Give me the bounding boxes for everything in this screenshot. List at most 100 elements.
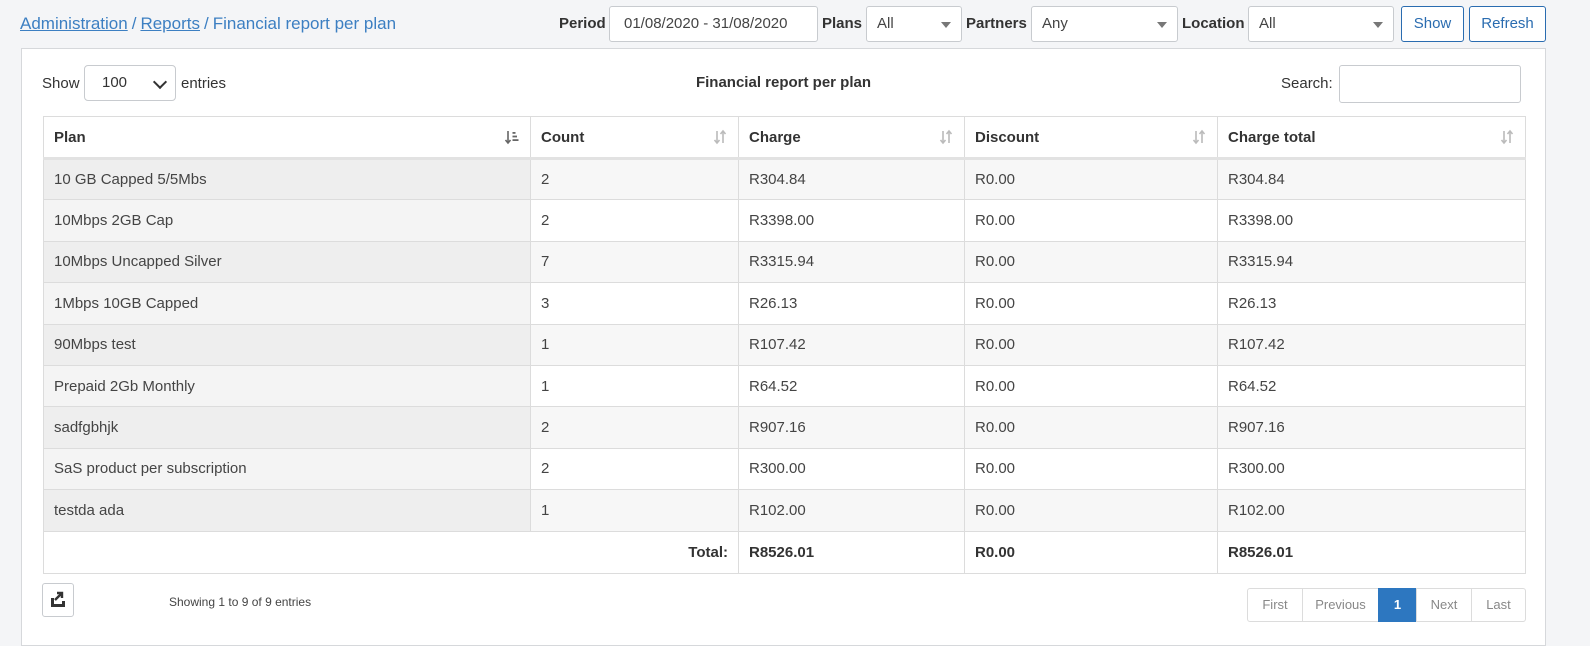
total-discount: R0.00 [964, 530, 1218, 574]
cell-charge: R107.42 [738, 323, 965, 366]
column-header-discount[interactable]: Discount [964, 116, 1218, 160]
breadcrumb-separator: / [131, 14, 137, 33]
cell-discount: R0.00 [964, 282, 1218, 325]
report-table: Plan Count Charge Discount Charge total … [43, 116, 1526, 574]
cell-charge: R907.16 [738, 406, 965, 449]
cell-charge-total: R300.00 [1217, 447, 1526, 491]
cell-plan: 1Mbps 10GB Capped [43, 282, 531, 325]
plans-select[interactable]: All [866, 6, 962, 42]
cell-plan: 10 GB Capped 5/5Mbs [43, 157, 531, 201]
partners-label: Partners [966, 15, 1027, 32]
pagination-previous[interactable]: Previous [1302, 588, 1379, 622]
caret-down-icon [941, 22, 951, 28]
column-header-charge[interactable]: Charge [738, 116, 965, 160]
cell-count: 1 [530, 489, 739, 532]
top-bar: Administration / Reports / Financial report … [0, 0, 1590, 48]
cell-count: 2 [530, 406, 739, 449]
cell-plan: testda ada [43, 489, 531, 532]
caret-down-icon [1157, 22, 1167, 28]
pagination-first[interactable]: First [1247, 588, 1303, 622]
table-info: Showing 1 to 9 of 9 entries [169, 595, 312, 609]
show-button[interactable]: Show [1401, 6, 1464, 42]
cell-plan: 90Mbps test [43, 323, 531, 366]
breadcrumb-current: Financial report per plan [212, 14, 397, 33]
cell-count: 3 [530, 282, 739, 325]
cell-count: 7 [530, 240, 739, 284]
table-total-row: Total: R8526.01 R0.00 R8526.01 [43, 530, 1526, 574]
pagination: First Previous 1 Next Last [1247, 588, 1526, 622]
location-label: Location [1182, 15, 1245, 32]
cell-count: 1 [530, 323, 739, 366]
plans-label: Plans [822, 15, 863, 32]
total-charge-total: R8526.01 [1217, 530, 1526, 574]
export-button[interactable] [42, 583, 74, 617]
cell-count: 2 [530, 199, 739, 242]
column-header-plan[interactable]: Plan [43, 116, 531, 160]
table-header-row: Plan Count Charge Discount Charge total [43, 116, 1526, 160]
pagination-last[interactable]: Last [1471, 588, 1526, 622]
total-charge: R8526.01 [738, 530, 965, 574]
cell-charge-total: R107.42 [1217, 323, 1526, 366]
breadcrumb-administration[interactable]: Administration [20, 14, 128, 33]
cell-plan: 10Mbps Uncapped Silver [43, 240, 531, 284]
sort-icon [939, 129, 953, 145]
breadcrumb: Administration / Reports / Financial report … [20, 14, 396, 34]
breadcrumb-separator: / [203, 14, 209, 33]
partners-select-value: Any [1042, 15, 1068, 32]
period-input[interactable]: 01/08/2020 - 31/08/2020 [609, 6, 818, 42]
cell-count: 2 [530, 447, 739, 491]
cell-discount: R0.00 [964, 406, 1218, 449]
export-icon [51, 591, 65, 607]
pagination-next[interactable]: Next [1416, 588, 1472, 622]
table-row: 10Mbps 2GB Cap 2 R3398.00 R0.00 R3398.00 [43, 199, 1526, 242]
refresh-button[interactable]: Refresh [1469, 6, 1546, 42]
search-input[interactable] [1339, 65, 1521, 103]
sort-ascending-icon [504, 131, 519, 145]
plans-select-value: All [877, 15, 894, 32]
cell-plan: Prepaid 2Gb Monthly [43, 364, 531, 408]
period-label: Period [559, 15, 606, 32]
breadcrumb-reports[interactable]: Reports [140, 14, 200, 33]
cell-charge: R304.84 [738, 157, 965, 201]
cell-charge-total: R64.52 [1217, 364, 1526, 408]
cell-discount: R0.00 [964, 240, 1218, 284]
column-header-count[interactable]: Count [530, 116, 739, 160]
location-select-value: All [1259, 15, 1276, 32]
cell-charge-total: R304.84 [1217, 157, 1526, 201]
search-label: Search: [1281, 75, 1333, 92]
cell-count: 2 [530, 157, 739, 201]
cell-charge-total: R102.00 [1217, 489, 1526, 532]
column-header-charge-total[interactable]: Charge total [1217, 116, 1526, 160]
cell-plan: 10Mbps 2GB Cap [43, 199, 531, 242]
cell-plan: SaS product per subscription [43, 447, 531, 491]
cell-charge-total: R907.16 [1217, 406, 1526, 449]
cell-charge-total: R26.13 [1217, 282, 1526, 325]
column-header-label: Count [541, 128, 585, 146]
report-panel: Show 100 entries Financial report per pl… [21, 48, 1546, 646]
cell-discount: R0.00 [964, 364, 1218, 408]
pagination-page-1[interactable]: 1 [1378, 588, 1417, 622]
cell-discount: R0.00 [964, 199, 1218, 242]
table-row: sadfgbhjk 2 R907.16 R0.00 R907.16 [43, 406, 1526, 449]
sort-icon [713, 129, 727, 145]
cell-charge: R3315.94 [738, 240, 965, 284]
table-row: SaS product per subscription 2 R300.00 R… [43, 447, 1526, 491]
cell-charge-total: R3315.94 [1217, 240, 1526, 284]
location-select[interactable]: All [1248, 6, 1394, 42]
cell-charge-total: R3398.00 [1217, 199, 1526, 242]
column-header-label: Charge total [1228, 128, 1316, 146]
sort-icon [1192, 129, 1206, 145]
cell-charge: R102.00 [738, 489, 965, 532]
cell-charge: R300.00 [738, 447, 965, 491]
table-row: Prepaid 2Gb Monthly 1 R64.52 R0.00 R64.5… [43, 364, 1526, 408]
table-row: testda ada 1 R102.00 R0.00 R102.00 [43, 489, 1526, 532]
cell-discount: R0.00 [964, 323, 1218, 366]
column-header-label: Charge [749, 128, 801, 146]
partners-select[interactable]: Any [1031, 6, 1178, 42]
table-row: 10 GB Capped 5/5Mbs 2 R304.84 R0.00 R304… [43, 157, 1526, 201]
sort-icon [1500, 129, 1514, 145]
cell-discount: R0.00 [964, 157, 1218, 201]
cell-count: 1 [530, 364, 739, 408]
cell-charge: R3398.00 [738, 199, 965, 242]
table-row: 90Mbps test 1 R107.42 R0.00 R107.42 [43, 323, 1526, 366]
